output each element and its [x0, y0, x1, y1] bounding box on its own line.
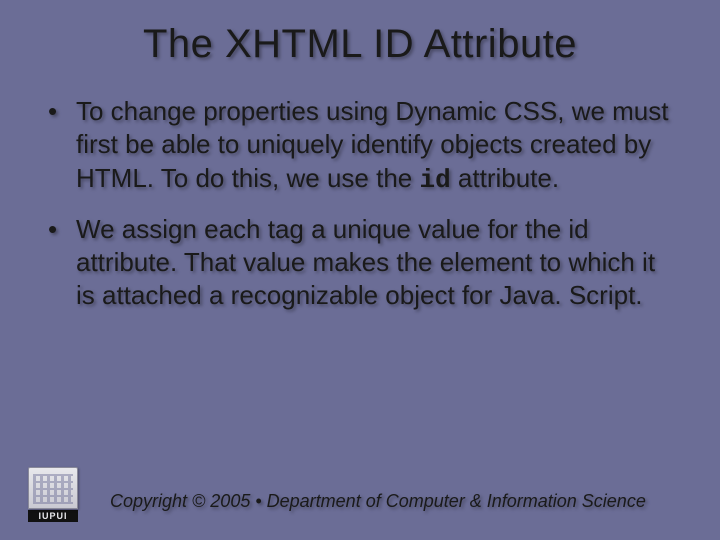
bullet-text-pre: We assign each tag a unique value for th… [76, 214, 655, 311]
logo-text: IUPUI [28, 510, 78, 522]
slide-footer: IUPUI Copyright © 2005 • Department of C… [0, 466, 720, 522]
bullet-item: We assign each tag a unique value for th… [48, 213, 680, 315]
slide-title: The XHTML ID Attribute [0, 0, 720, 67]
bullet-item: To change properties using Dynamic CSS, … [48, 95, 680, 197]
bullet-list: To change properties using Dynamic CSS, … [48, 95, 680, 315]
copyright-text: Copyright © 2005 • Department of Compute… [110, 491, 646, 512]
bullet-text-pre: To change properties using Dynamic CSS, … [76, 96, 669, 193]
bullet-text-post: attribute. [451, 163, 559, 193]
bullet-code: id [419, 165, 450, 195]
logo-building-icon [28, 467, 78, 509]
logo: IUPUI [28, 467, 78, 522]
slide-body: To change properties using Dynamic CSS, … [0, 67, 720, 315]
